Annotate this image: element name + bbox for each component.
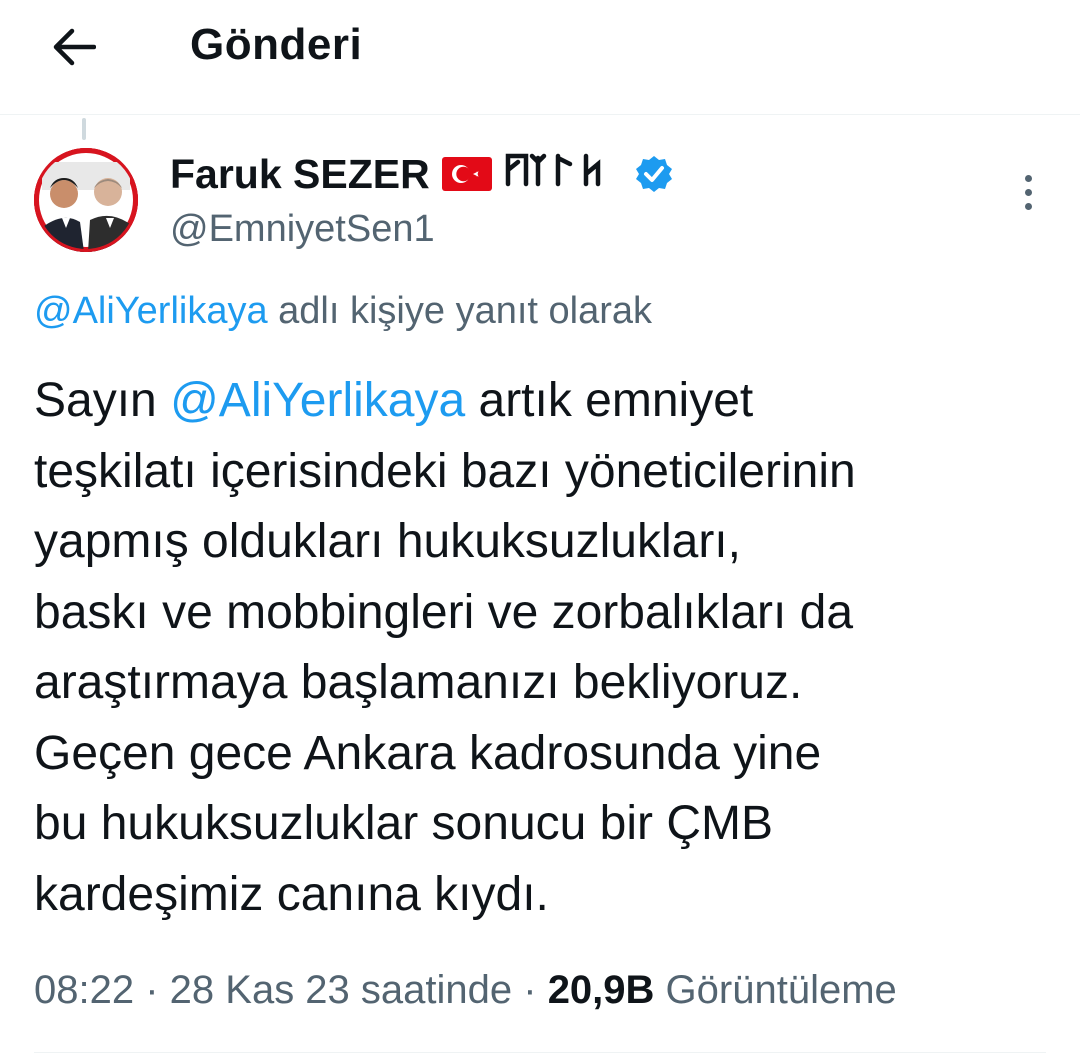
thread-connector-line: [82, 118, 86, 140]
author-name[interactable]: Faruk SEZER: [170, 151, 430, 198]
tweet-line: Geçen gece Ankara kadrosunda yine: [34, 726, 822, 780]
top-bar: Gönderi: [0, 0, 1080, 115]
author-handle[interactable]: @EmniyetSen1: [170, 208, 435, 251]
avatar[interactable]: [34, 148, 138, 252]
reply-context: @AliYerlikaya adlı kişiye yanıt olarak: [34, 290, 652, 333]
author-name-row[interactable]: Faruk SEZER: [170, 150, 674, 198]
meta-separator: ·: [512, 968, 548, 1012]
arrow-left-icon: [53, 28, 96, 66]
tweet-time[interactable]: 08:22: [34, 968, 134, 1012]
tweet-text-segment: Sayın: [34, 374, 171, 427]
reply-context-text: adlı kişiye yanıt olarak: [267, 290, 653, 332]
reply-mention-link[interactable]: @AliYerlikaya: [34, 290, 268, 332]
tweet-line: araştırmaya başlamanızı bekliyoruz.: [34, 656, 803, 709]
tweet-text-segment: artık emniyet: [465, 374, 754, 427]
back-button[interactable]: [44, 20, 104, 74]
runes-glyphs: [505, 153, 600, 187]
meta-separator: ·: [134, 968, 170, 1012]
more-dot: [1024, 202, 1032, 210]
tweet-line: yapmış oldukları hukuksuzlukları,: [34, 515, 741, 568]
tweet-line: kardeşimiz canına kıydı.: [34, 867, 549, 921]
tweet-line: bu hukuksuzluklar sonucu bir ÇMB: [34, 797, 774, 850]
tweet-line: teşkilatı içerisindeki bazı yöneticileri…: [34, 444, 856, 498]
divider: [34, 1052, 1046, 1053]
turkish-flag-icon: [441, 157, 492, 191]
more-dot: [1024, 188, 1032, 196]
views-count[interactable]: 20,9B: [548, 968, 655, 1012]
more-dots-icon: [1024, 174, 1032, 182]
tweet-meta: 08:22 · 28 Kas 23 saatinde · 20,9B Görün…: [34, 968, 897, 1013]
more-options-button[interactable]: [1010, 170, 1046, 214]
tweet-text: Sayın @AliYerlikaya artık emniyet teşkil…: [34, 366, 1054, 930]
tweet-mention-link[interactable]: @AliYerlikaya: [170, 374, 465, 427]
page-title: Gönderi: [190, 20, 363, 69]
tweet-date[interactable]: 28 Kas 23 saatinde: [170, 968, 512, 1012]
verified-badge-icon: [635, 156, 672, 192]
author-name-runes: [504, 150, 622, 198]
views-label: Görüntüleme: [654, 968, 897, 1012]
avatar-image: [34, 148, 138, 252]
tweet-line: Sayın @AliYerlikaya artık emniyet: [34, 366, 1054, 437]
tweet-line: baskı ve mobbingleri ve zorbalıkları da: [34, 585, 854, 639]
